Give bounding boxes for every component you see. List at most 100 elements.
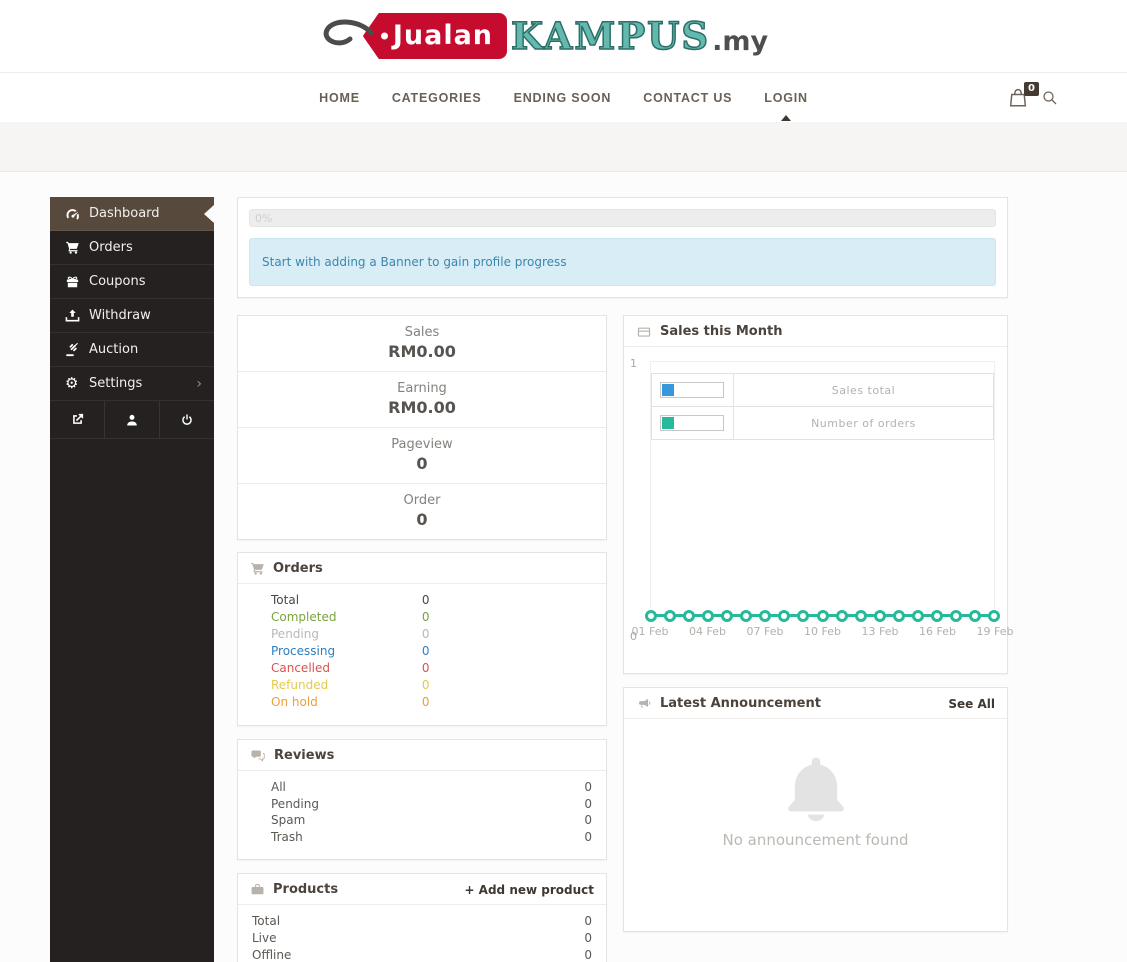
- order-status-count: 0: [421, 593, 430, 607]
- cart-icon: [65, 240, 89, 255]
- site-logo[interactable]: Jualan KAMPUS .my: [319, 13, 768, 59]
- nav-item-contact-us[interactable]: CONTACT US: [643, 91, 732, 105]
- legend-label: Sales total: [733, 373, 994, 407]
- number-of-orders-swatch: [662, 417, 674, 429]
- x-axis-label: 13 Feb: [861, 625, 899, 638]
- product-status-link[interactable]: Offline: [252, 948, 291, 962]
- logo-tld-text: .my: [712, 25, 769, 57]
- review-status-link[interactable]: All: [271, 780, 286, 794]
- stat-label: Order: [403, 493, 441, 508]
- review-status-link[interactable]: Pending: [271, 797, 319, 811]
- order-status-link[interactable]: Processing: [271, 643, 418, 660]
- logo-kampus-text: KAMPUS: [510, 13, 711, 59]
- order-status-link[interactable]: Total: [271, 592, 418, 609]
- logout-button[interactable]: [160, 401, 214, 438]
- legend-row-number-of-orders: Number of orders: [651, 406, 994, 440]
- sidebar-item-auction[interactable]: Auction: [50, 333, 214, 367]
- sidebar-item-label: Withdraw: [89, 308, 151, 323]
- sidebar-item-orders[interactable]: Orders: [50, 231, 214, 265]
- chart-data-point: [949, 610, 962, 622]
- cart-count-badge: 0: [1024, 81, 1039, 96]
- order-status-count: 0: [421, 644, 430, 658]
- chart-data-point: [816, 610, 829, 622]
- order-status-link[interactable]: Pending: [271, 626, 418, 643]
- order-status-count: 0: [421, 661, 430, 675]
- order-status-link[interactable]: Refunded: [271, 677, 418, 694]
- stat-row: Order 0: [238, 484, 606, 539]
- chart-data-point: [778, 610, 791, 622]
- search-button[interactable]: [1041, 89, 1059, 107]
- profile-button[interactable]: [105, 401, 160, 438]
- nav-item-home[interactable]: HOME: [319, 91, 360, 105]
- product-status-row: Offline 0: [252, 947, 592, 962]
- order-status-count: 0: [421, 610, 430, 624]
- sidebar-item-dashboard[interactable]: Dashboard: [50, 197, 214, 231]
- review-status-row: All 0: [271, 779, 592, 796]
- visit-store-button[interactable]: [50, 401, 105, 438]
- chart-data-point: [988, 610, 1000, 622]
- chart-data-point: [892, 610, 905, 622]
- stat-row: Pageview 0: [238, 428, 606, 484]
- big-counter-widget: Sales RM0.00 Earning RM0.00 Pageview 0 O…: [237, 315, 607, 540]
- order-status-row: Total 0: [271, 592, 594, 609]
- cart-button[interactable]: 0: [1007, 81, 1039, 109]
- review-status-link[interactable]: Trash: [271, 830, 303, 844]
- chart-data-point: [721, 610, 734, 622]
- vendor-sidebar: Dashboard Orders Coupons Withdraw Auctio…: [50, 197, 214, 962]
- review-status-count: 0: [584, 796, 592, 811]
- order-status-row: Cancelled 0: [271, 660, 594, 677]
- stat-row: Sales RM0.00: [238, 316, 606, 372]
- review-status-count: 0: [584, 829, 592, 844]
- order-status-row: Pending 0: [271, 626, 594, 643]
- chart-legend: Sales total Number of orders: [651, 373, 994, 440]
- review-status-link[interactable]: Spam: [271, 813, 305, 827]
- profile-progress-card: 0% Start with adding a Banner to gain pr…: [237, 197, 1008, 298]
- nav-item-ending-soon[interactable]: ENDING SOON: [514, 91, 612, 105]
- review-status-count: 0: [584, 780, 592, 794]
- order-status-count: 0: [421, 627, 430, 641]
- announcement-widget: Latest Announcement See All No announcem…: [623, 687, 1008, 932]
- widget-title: Reviews: [274, 748, 335, 763]
- sidebar-item-coupons[interactable]: Coupons: [50, 265, 214, 299]
- product-status-link[interactable]: Total: [252, 914, 280, 928]
- chart-data-point: [911, 610, 924, 622]
- site-header: Jualan KAMPUS .my: [0, 0, 1127, 72]
- chart-data-point: [702, 610, 715, 622]
- gift-icon: [65, 274, 89, 289]
- stat-row: Earning RM0.00: [238, 372, 606, 428]
- widget-title: Latest Announcement: [660, 696, 821, 711]
- comments-icon: [250, 748, 266, 763]
- main-nav: HOME CATEGORIES ENDING SOON CONTACT US L…: [0, 72, 1127, 122]
- add-new-product-button[interactable]: + Add new product: [464, 883, 594, 897]
- profile-progress-alert: Start with adding a Banner to gain profi…: [249, 238, 996, 286]
- chart-data-point: [968, 610, 981, 622]
- product-status-link[interactable]: Live: [252, 931, 277, 945]
- x-axis-label: 07 Feb: [746, 625, 784, 638]
- sidebar-footer: [50, 401, 214, 439]
- y-axis-label: 1: [630, 357, 637, 370]
- sidebar-item-settings[interactable]: ⚙ Settings ›: [50, 367, 214, 401]
- product-status-row: Live 0: [252, 930, 592, 947]
- gear-icon: ⚙: [65, 374, 79, 392]
- sidebar-item-withdraw[interactable]: Withdraw: [50, 299, 214, 333]
- page-title-band: [0, 122, 1127, 172]
- orders-widget: Orders Total 0 Completed 0 Pending 0 Pro…: [237, 552, 607, 726]
- order-status-row: On hold 0: [271, 694, 594, 711]
- chart-data-point: [740, 610, 753, 622]
- order-status-link[interactable]: Completed: [271, 609, 418, 626]
- sidebar-item-label: Dashboard: [89, 206, 160, 221]
- x-axis-label: 10 Feb: [804, 625, 841, 638]
- legend-row-sales-total: Sales total: [651, 373, 994, 407]
- see-all-button[interactable]: See All: [948, 697, 995, 711]
- chart-data-point: [797, 610, 810, 622]
- order-status-link[interactable]: Cancelled: [271, 660, 418, 677]
- stat-value: 0: [416, 510, 428, 529]
- nav-item-categories[interactable]: CATEGORIES: [392, 91, 482, 105]
- products-widget: Products + Add new product Total 0 Live …: [237, 873, 607, 962]
- order-status-row: Refunded 0: [271, 677, 594, 694]
- review-status-row: Pending 0: [271, 796, 592, 813]
- legend-swatch-box: [660, 382, 724, 398]
- sales-total-swatch: [662, 384, 674, 396]
- nav-item-login[interactable]: LOGIN: [764, 91, 808, 105]
- order-status-link[interactable]: On hold: [271, 694, 418, 711]
